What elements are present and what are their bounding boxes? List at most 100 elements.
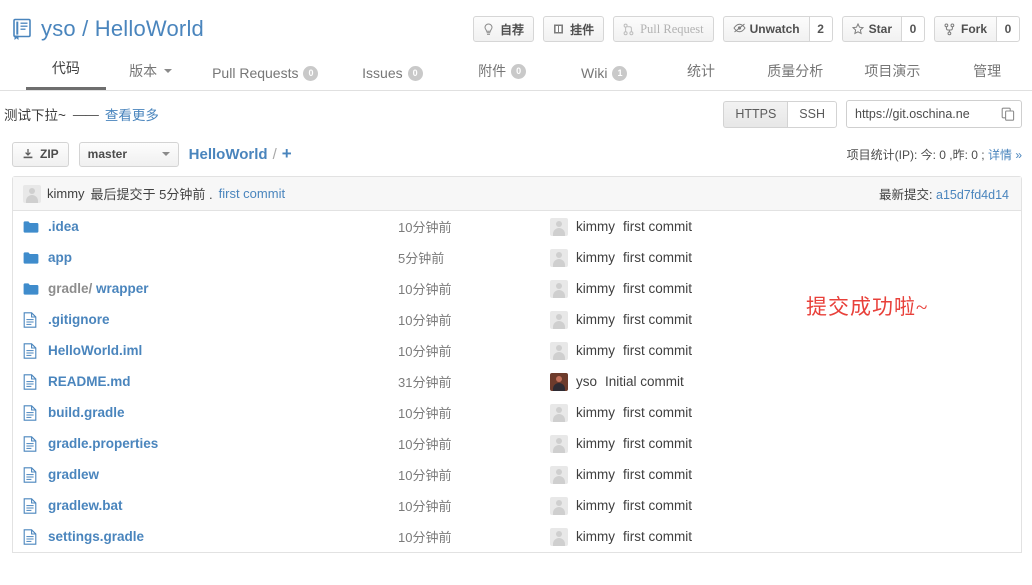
repo-title[interactable]: yso / HelloWorld <box>12 16 204 42</box>
project-statistics-link[interactable]: 详情 » <box>988 148 1022 162</box>
table-row[interactable]: gradlew 10分钟前 kimmy first commit <box>13 459 1021 490</box>
avatar[interactable] <box>550 465 568 484</box>
commit-author[interactable]: yso <box>576 374 597 389</box>
table-row[interactable]: gradlew.bat 10分钟前 kimmy first commit <box>13 490 1021 521</box>
copy-icon[interactable] <box>1001 107 1015 121</box>
commit-message[interactable]: first commit <box>623 281 692 296</box>
avatar[interactable] <box>550 434 568 453</box>
commit-message[interactable]: first commit <box>623 405 692 420</box>
file-icon <box>23 311 40 328</box>
table-row[interactable]: HelloWorld.iml 10分钟前 kimmy first commit <box>13 335 1021 366</box>
widget-button[interactable]: 挂件 <box>543 16 605 42</box>
tab-pull-requests[interactable]: Pull Requests 0 <box>196 65 336 90</box>
commit-author[interactable]: kimmy <box>576 312 615 327</box>
commit-author[interactable]: kimmy <box>47 186 85 201</box>
repo-name[interactable]: HelloWorld <box>95 16 204 41</box>
table-row[interactable]: settings.gradle 10分钟前 kimmy first commit <box>13 521 1021 552</box>
unwatch-button-group: Unwatch 2 <box>722 16 833 42</box>
protocol-ssh-button[interactable]: SSH <box>787 100 837 128</box>
file-name-link[interactable]: gradle/ wrapper <box>48 281 149 296</box>
unwatch-count[interactable]: 2 <box>808 16 833 42</box>
file-name-link[interactable]: gradle.properties <box>48 436 158 451</box>
clone-url-input[interactable]: https://git.oschina.ne <box>846 100 1022 128</box>
latest-commit-sha[interactable]: a15d7fd4d14 <box>936 188 1009 202</box>
avatar[interactable] <box>550 310 568 329</box>
commit-author[interactable]: kimmy <box>576 343 615 358</box>
commit-message[interactable]: first commit <box>623 467 692 482</box>
commit-author[interactable]: kimmy <box>576 281 615 296</box>
table-row[interactable]: .idea 10分钟前 kimmy first commit <box>13 211 1021 242</box>
commit-message[interactable]: first commit <box>623 498 692 513</box>
add-file-button[interactable]: + <box>282 144 292 164</box>
commit-author[interactable]: kimmy <box>576 219 615 234</box>
avatar[interactable] <box>550 372 568 391</box>
commit-message-link[interactable]: first commit <box>219 186 285 201</box>
fork-count[interactable]: 0 <box>996 16 1020 42</box>
tab-versions[interactable]: 版本 <box>106 61 196 90</box>
star-button-group: Star 0 <box>841 16 925 42</box>
commit-author[interactable]: kimmy <box>576 498 615 513</box>
avatar[interactable] <box>550 403 568 422</box>
project-statistics-text: 项目统计(IP): 今: 0 ,昨: 0 ; <box>846 147 985 162</box>
tab-quality-analysis[interactable]: 质量分析 <box>748 61 843 90</box>
file-name-link[interactable]: HelloWorld.iml <box>48 343 142 358</box>
file-name-cell: .idea <box>23 219 398 234</box>
commit-message[interactable]: first commit <box>623 250 692 265</box>
table-row[interactable]: app 5分钟前 kimmy first commit <box>13 242 1021 273</box>
commit-message[interactable]: first commit <box>623 312 692 327</box>
tab-attachments[interactable]: 附件 0 <box>450 61 555 90</box>
tab-manage[interactable]: 管理 <box>942 61 1032 90</box>
breadcrumb-repo[interactable]: HelloWorld <box>189 146 268 163</box>
avatar[interactable] <box>23 184 41 203</box>
table-row[interactable]: README.md 31分钟前 yso Initial commit <box>13 366 1021 397</box>
file-path-prefix[interactable]: gradle/ <box>48 281 92 296</box>
file-name-link[interactable]: README.md <box>48 374 131 389</box>
tab-statistics[interactable]: 统计 <box>654 61 748 90</box>
avatar[interactable] <box>550 217 568 236</box>
tab-project-demo[interactable]: 项目演示 <box>843 61 943 90</box>
commit-message[interactable]: first commit <box>623 343 692 358</box>
commit-message[interactable]: first commit <box>623 529 692 544</box>
commit-author[interactable]: kimmy <box>576 250 615 265</box>
file-name-link[interactable]: .idea <box>48 219 79 234</box>
star-icon <box>851 22 864 36</box>
commit-author[interactable]: kimmy <box>576 436 615 451</box>
repo-owner[interactable]: yso <box>41 16 76 41</box>
file-time-cell: 10分钟前 <box>398 344 452 359</box>
view-more-link[interactable]: 查看更多 <box>105 104 159 124</box>
tab-code[interactable]: 代码 <box>26 58 106 90</box>
repo-toolbar: ZIP master HelloWorld / + 项目统计(IP): 今: 0… <box>0 135 1032 173</box>
commit-message[interactable]: Initial commit <box>605 374 684 389</box>
protocol-https-button[interactable]: HTTPS <box>723 100 788 128</box>
avatar[interactable] <box>550 248 568 267</box>
file-name-link[interactable]: settings.gradle <box>48 529 144 544</box>
commit-message[interactable]: first commit <box>623 436 692 451</box>
avatar[interactable] <box>550 279 568 298</box>
file-name-link[interactable]: gradlew.bat <box>48 498 123 513</box>
table-row[interactable]: gradle.properties 10分钟前 kimmy first commit <box>13 428 1021 459</box>
commit-message[interactable]: first commit <box>623 219 692 234</box>
file-name-link[interactable]: .gitignore <box>48 312 110 327</box>
commit-author[interactable]: kimmy <box>576 467 615 482</box>
fork-button-group: Fork 0 <box>933 16 1020 42</box>
avatar[interactable] <box>550 341 568 360</box>
file-name-link[interactable]: app <box>48 250 72 265</box>
download-zip-button[interactable]: ZIP <box>12 141 69 167</box>
branch-selector[interactable]: master <box>78 141 179 167</box>
file-name-link[interactable]: build.gradle <box>48 405 125 420</box>
star-button[interactable]: Star <box>841 16 901 42</box>
fork-button[interactable]: Fork <box>933 16 996 42</box>
clone-area: HTTPS SSH https://git.oschina.ne <box>723 100 1022 128</box>
avatar[interactable] <box>550 527 568 546</box>
file-name-link[interactable]: gradlew <box>48 467 99 482</box>
commit-author[interactable]: kimmy <box>576 529 615 544</box>
tab-issues[interactable]: Issues 0 <box>335 65 450 90</box>
tab-wiki[interactable]: Wiki 1 <box>554 65 654 90</box>
star-count[interactable]: 0 <box>900 16 925 42</box>
unwatch-button[interactable]: Unwatch <box>722 16 809 42</box>
commit-author[interactable]: kimmy <box>576 405 615 420</box>
pull-request-button[interactable]: Pull Request <box>613 16 714 42</box>
table-row[interactable]: build.gradle 10分钟前 kimmy first commit <box>13 397 1021 428</box>
recommend-button[interactable]: 自荐 <box>473 16 535 42</box>
avatar[interactable] <box>550 496 568 515</box>
